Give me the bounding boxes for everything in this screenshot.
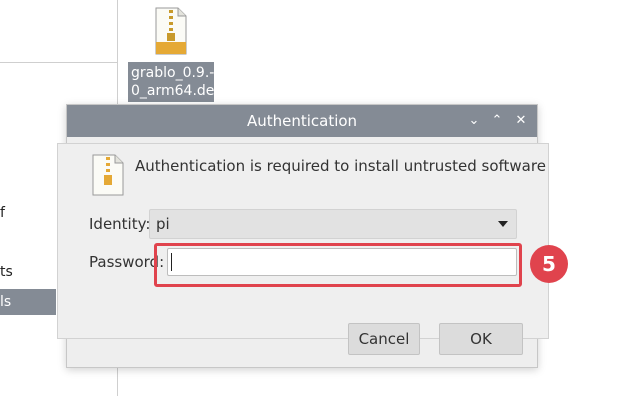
password-label: Password: <box>89 253 165 271</box>
file-label-line-1: grablo_0.9.- <box>131 65 214 81</box>
auth-message: Authentication is required to install un… <box>135 157 546 175</box>
identity-select[interactable]: pi <box>149 209 517 239</box>
authentication-dialog: Authentication ⌄ ⌃ ✕ Authentication is r… <box>57 104 549 368</box>
cancel-button[interactable]: Cancel <box>348 323 420 355</box>
sidebar-divider <box>0 62 118 63</box>
dialog-titlebar[interactable]: Authentication ⌄ ⌃ ✕ <box>67 105 537 137</box>
maximize-icon[interactable]: ⌃ <box>488 112 506 130</box>
archive-package-icon <box>91 153 125 201</box>
identity-label: Identity: <box>89 215 151 233</box>
step-number-badge: 5 <box>530 245 568 283</box>
file-label-line-2: 0_arm64.de- <box>131 83 214 99</box>
password-highlight-box <box>154 243 522 287</box>
close-icon[interactable]: ✕ <box>512 112 530 130</box>
archive-file-icon <box>154 6 188 60</box>
screen: f ts ls grablo_0.9.- 0_arm64.de- Authent… <box>0 0 618 396</box>
deb-file-label: grablo_0.9.- 0_arm64.de- <box>128 62 214 102</box>
identity-value: pi <box>156 215 170 233</box>
ok-button[interactable]: OK <box>439 323 523 355</box>
chevron-down-icon <box>498 221 508 227</box>
sidebar-item-selected[interactable]: ls <box>0 289 56 315</box>
sidebar-item-partial-ts[interactable]: ts <box>0 264 13 280</box>
sidebar-item-partial-f[interactable]: f <box>0 205 5 221</box>
minimize-icon[interactable]: ⌄ <box>465 112 483 130</box>
